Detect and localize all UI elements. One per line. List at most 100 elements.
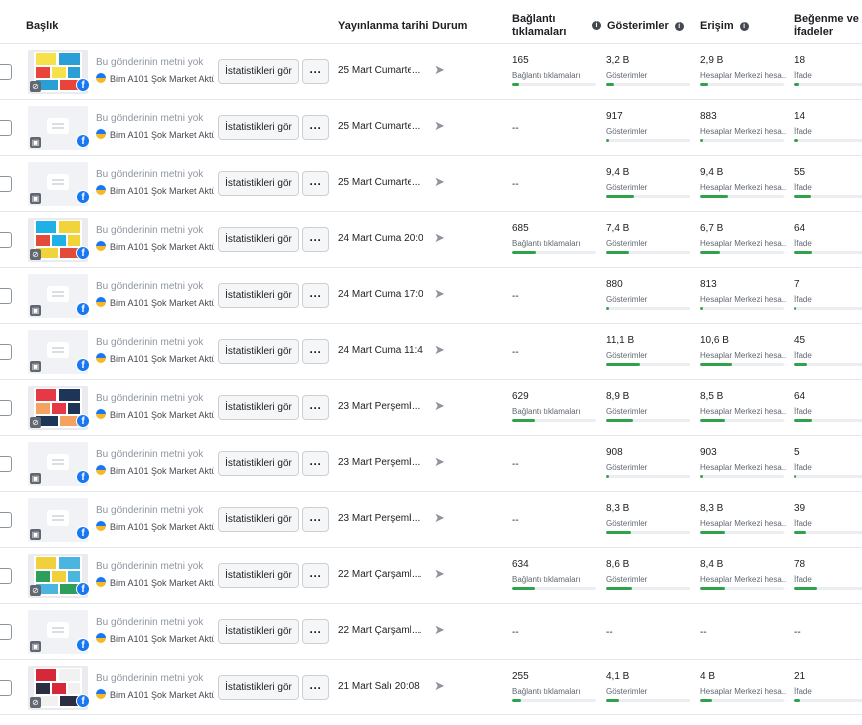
column-header-link-clicks[interactable]: Bağlantı tıklamaları i bbox=[512, 13, 601, 39]
view-insights-button[interactable]: İstatistikleri gör bbox=[218, 115, 299, 140]
post-text[interactable]: Bu gönderinin metni yok bbox=[96, 57, 203, 68]
row-checkbox[interactable] bbox=[0, 288, 12, 304]
impressions-label: Gösterimler bbox=[606, 519, 648, 528]
table-row[interactable]: ▣ f Bu gönderinin metni yok Bim A101 Şok… bbox=[0, 435, 862, 491]
row-checkbox[interactable] bbox=[0, 400, 12, 416]
reactions-bar-fill bbox=[794, 475, 796, 478]
reach-cell: -- bbox=[700, 615, 786, 638]
post-text[interactable]: Bu gönderinin metni yok bbox=[96, 281, 203, 292]
table-row[interactable]: ⊘ f Bu gönderinin metni yok Bim A101 Şok… bbox=[0, 43, 862, 99]
more-options-button[interactable]: ··· bbox=[302, 171, 329, 196]
view-insights-button[interactable]: İstatistikleri gör bbox=[218, 227, 299, 252]
post-text[interactable]: Bu gönderinin metni yok bbox=[96, 617, 203, 628]
post-text[interactable]: Bu gönderinin metni yok bbox=[96, 225, 203, 236]
view-insights-button[interactable]: İstatistikleri gör bbox=[218, 171, 299, 196]
post-text[interactable]: Bu gönderinin metni yok bbox=[96, 673, 203, 684]
info-icon[interactable]: i bbox=[674, 22, 684, 31]
table-row[interactable]: ⊘ f Bu gönderinin metni yok Bim A101 Şok… bbox=[0, 659, 862, 715]
view-insights-button[interactable]: İstatistikleri gör bbox=[218, 451, 299, 476]
more-options-button[interactable]: ··· bbox=[302, 339, 329, 364]
more-options-button[interactable]: ··· bbox=[302, 227, 329, 252]
impressions-bar-fill bbox=[606, 251, 629, 254]
table-row[interactable]: ▣ f Bu gönderinin metni yok Bim A101 Şok… bbox=[0, 323, 862, 379]
reach-bar-fill bbox=[700, 139, 703, 142]
placeholder-image-icon bbox=[47, 342, 69, 358]
column-header-reach[interactable]: Erişim i bbox=[700, 20, 749, 33]
reach-bar bbox=[700, 139, 784, 142]
table-row[interactable]: ▣ f Bu gönderinin metni yok Bim A101 Şok… bbox=[0, 491, 862, 547]
more-options-button[interactable]: ··· bbox=[302, 283, 329, 308]
reactions-bar-fill bbox=[794, 195, 811, 198]
column-header-impressions[interactable]: Gösterimler i bbox=[607, 20, 684, 33]
post-text[interactable]: Bu gönderinin metni yok bbox=[96, 505, 203, 516]
row-checkbox[interactable] bbox=[0, 512, 12, 528]
impressions-cell: 8,9 B Gösterimler bbox=[606, 391, 692, 422]
view-insights-button[interactable]: İstatistikleri gör bbox=[218, 563, 299, 588]
impressions-value: 4,1 B bbox=[606, 671, 630, 682]
publish-date-ellipsis: ... bbox=[411, 513, 421, 524]
link-clicks-bar-fill bbox=[512, 251, 537, 254]
impressions-value: 917 bbox=[606, 111, 623, 122]
view-insights-button[interactable]: İstatistikleri gör bbox=[218, 619, 299, 644]
impressions-bar bbox=[606, 251, 690, 254]
column-header-date[interactable]: Yayınlanma tarihi bbox=[338, 20, 428, 33]
page-name: Bim A101 Şok Market Aktüel ... bbox=[96, 521, 214, 532]
post-text[interactable]: Bu gönderinin metni yok bbox=[96, 337, 203, 348]
more-options-button[interactable]: ··· bbox=[302, 395, 329, 420]
link-clicks-label: Bağlantı tıklamaları bbox=[512, 239, 581, 248]
page-name-label: Bim A101 Şok Market Aktüel ... bbox=[110, 130, 214, 140]
table-row[interactable]: ⊘ f Bu gönderinin metni yok Bim A101 Şok… bbox=[0, 547, 862, 603]
row-checkbox[interactable] bbox=[0, 64, 12, 80]
table-row[interactable]: ▣ f Bu gönderinin metni yok Bim A101 Şok… bbox=[0, 603, 862, 659]
publish-date: 21 Mart Salı 20:08 bbox=[338, 681, 420, 692]
info-icon[interactable]: i bbox=[592, 21, 601, 30]
view-insights-button[interactable]: İstatistikleri gör bbox=[218, 507, 299, 532]
more-options-button[interactable]: ··· bbox=[302, 115, 329, 140]
post-text[interactable]: Bu gönderinin metni yok bbox=[96, 113, 203, 124]
reach-value: 8,5 B bbox=[700, 391, 724, 402]
column-header-link-clicks-line1: Bağlantı bbox=[512, 13, 556, 25]
post-text[interactable]: Bu gönderinin metni yok bbox=[96, 561, 203, 572]
row-checkbox[interactable] bbox=[0, 680, 12, 696]
more-options-button[interactable]: ··· bbox=[302, 451, 329, 476]
post-text[interactable]: Bu gönderinin metni yok bbox=[96, 449, 203, 460]
info-icon[interactable]: i bbox=[739, 22, 749, 31]
link-icon: ⊘ bbox=[30, 697, 41, 708]
view-insights-button[interactable]: İstatistikleri gör bbox=[218, 339, 299, 364]
column-header-status[interactable]: Durum bbox=[432, 20, 467, 33]
row-checkbox[interactable] bbox=[0, 456, 12, 472]
table-row[interactable]: ⊘ f Bu gönderinin metni yok Bim A101 Şok… bbox=[0, 211, 862, 267]
column-header-title[interactable]: Başlık bbox=[26, 20, 58, 33]
row-checkbox[interactable] bbox=[0, 344, 12, 360]
post-text[interactable]: Bu gönderinin metni yok bbox=[96, 169, 203, 180]
table-row[interactable]: ▣ f Bu gönderinin metni yok Bim A101 Şok… bbox=[0, 99, 862, 155]
reactions-value: 21 bbox=[794, 671, 806, 682]
reach-cell: 6,7 B Hesaplar Merkezi hesa... bbox=[700, 223, 786, 254]
table-row[interactable]: ▣ f Bu gönderinin metni yok Bim A101 Şok… bbox=[0, 267, 862, 323]
column-header-link-clicks-line2: tıklamaları bbox=[512, 26, 567, 38]
reach-value: 4 B bbox=[700, 671, 716, 682]
more-options-button[interactable]: ··· bbox=[302, 619, 329, 644]
row-checkbox[interactable] bbox=[0, 624, 12, 640]
view-insights-button[interactable]: İstatistikleri gör bbox=[218, 283, 299, 308]
impressions-value: 880 bbox=[606, 279, 623, 290]
view-insights-button[interactable]: İstatistikleri gör bbox=[218, 395, 299, 420]
reactions-label: İfade bbox=[794, 239, 812, 248]
row-checkbox[interactable] bbox=[0, 232, 12, 248]
more-options-button[interactable]: ··· bbox=[302, 59, 329, 84]
more-options-button[interactable]: ··· bbox=[302, 563, 329, 588]
view-insights-button[interactable]: İstatistikleri gör bbox=[218, 675, 299, 700]
table-row[interactable]: ⊘ f Bu gönderinin metni yok Bim A101 Şok… bbox=[0, 379, 862, 435]
table-row[interactable]: ▣ f Bu gönderinin metni yok Bim A101 Şok… bbox=[0, 155, 862, 211]
row-checkbox[interactable] bbox=[0, 568, 12, 584]
post-text[interactable]: Bu gönderinin metni yok bbox=[96, 393, 203, 404]
impressions-cell: 908 Gösterimler bbox=[606, 447, 692, 478]
row-checkbox[interactable] bbox=[0, 120, 12, 136]
more-options-button[interactable]: ··· bbox=[302, 507, 329, 532]
row-checkbox[interactable] bbox=[0, 176, 12, 192]
view-insights-button[interactable]: İstatistikleri gör bbox=[218, 59, 299, 84]
image-post-icon: ▣ bbox=[30, 137, 41, 148]
reach-bar bbox=[700, 363, 784, 366]
more-options-button[interactable]: ··· bbox=[302, 675, 329, 700]
column-header-reactions[interactable]: Beğenme ve İfadeler bbox=[794, 13, 859, 39]
